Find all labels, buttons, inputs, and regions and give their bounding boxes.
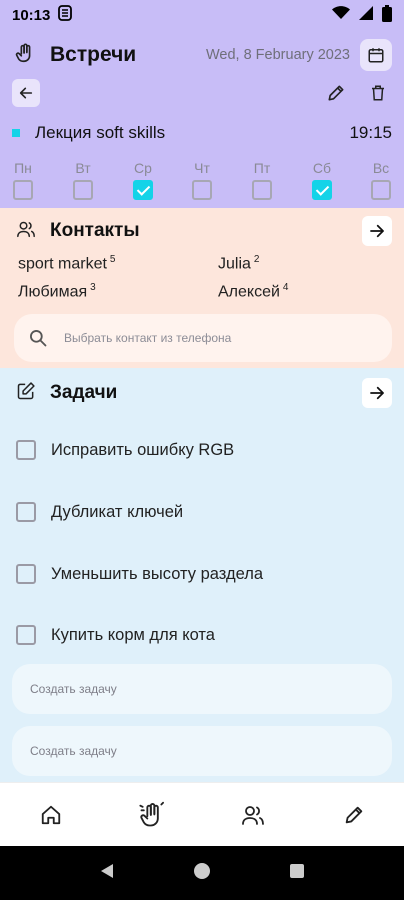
tasks-title: Задачи xyxy=(50,382,118,403)
edit-icon xyxy=(345,806,362,823)
home-icon xyxy=(41,805,60,824)
event-name: Лекция soft skills xyxy=(35,123,166,142)
day-checkbox[interactable] xyxy=(371,180,391,200)
weekday-selector: Пн Вт Ср Чт Пт Сб Вс xyxy=(0,160,404,204)
page-title: Встречи xyxy=(50,43,137,66)
tasks-edit-icon xyxy=(16,381,36,406)
day-monday: Пн xyxy=(10,160,36,200)
wifi-icon xyxy=(332,6,350,24)
tasks-section: Задачи Исправить ошибку RGB Дубликат клю… xyxy=(0,368,404,782)
trash-icon xyxy=(372,85,384,101)
day-label: Вт xyxy=(75,160,91,176)
day-label: Чт xyxy=(194,160,210,176)
contact-search-placeholder: Выбрать контакт из телефона xyxy=(64,331,232,345)
header-date: Wed, 8 February 2023 xyxy=(205,47,350,63)
meetings-header: Встречи Wed, 8 February 2023 Лекция soft… xyxy=(0,30,404,208)
day-label: Сб xyxy=(312,160,332,176)
day-label: Пт xyxy=(253,160,271,176)
status-time: 10:13 xyxy=(12,6,51,24)
contact-item[interactable]: Julia 2 xyxy=(218,254,259,273)
day-checkbox[interactable] xyxy=(73,180,93,200)
contact-count: 3 xyxy=(90,282,96,293)
day-wednesday: Ср xyxy=(130,160,156,200)
day-label: Ср xyxy=(134,160,152,176)
app-notification-icon xyxy=(58,5,73,25)
task-label: Исправить ошибку RGB xyxy=(51,440,235,459)
task-checkbox[interactable] xyxy=(16,502,36,522)
contact-name: Алексей xyxy=(218,283,280,301)
battery-icon xyxy=(382,4,392,26)
contact-item[interactable]: Алексей 4 xyxy=(218,282,288,301)
open-contacts-button[interactable] xyxy=(362,216,392,246)
contact-count: 4 xyxy=(282,282,289,293)
nav-edit[interactable] xyxy=(334,795,374,835)
delete-meeting-button[interactable] xyxy=(364,79,392,107)
contact-count: 2 xyxy=(253,254,260,265)
recents-square-icon[interactable] xyxy=(289,863,305,884)
contacts-section: Контакты sport market 5 Julia 2 Любимая 3 А… xyxy=(0,208,404,368)
search-icon xyxy=(30,330,47,347)
task-checkbox[interactable] xyxy=(16,564,36,584)
open-tasks-button[interactable] xyxy=(362,378,392,408)
meetings-icon xyxy=(138,801,164,826)
nav-contacts[interactable] xyxy=(233,795,273,835)
create-task-input[interactable]: Создать задачу xyxy=(12,664,392,714)
home-circle-icon[interactable] xyxy=(193,862,211,885)
nav-home[interactable] xyxy=(31,795,71,835)
day-saturday: Сб xyxy=(309,160,335,200)
status-bar: 10:13 xyxy=(0,0,404,30)
create-task-input[interactable]: Создать задачу xyxy=(12,726,392,776)
day-friday: Пт xyxy=(249,160,275,200)
nav-meetings[interactable] xyxy=(132,795,172,835)
day-checkbox[interactable] xyxy=(192,180,212,200)
day-checkbox[interactable] xyxy=(252,180,272,200)
pencil-icon xyxy=(328,85,344,101)
day-tuesday: Вт xyxy=(70,160,96,200)
bottom-navigation xyxy=(0,782,404,846)
contact-name: Любимая xyxy=(18,283,88,301)
task-label: Уменьшить высоту раздела xyxy=(51,564,264,583)
task-item[interactable]: Дубликат ключей xyxy=(16,499,183,525)
task-item[interactable]: Купить корм для кота xyxy=(16,622,215,648)
day-label: Вс xyxy=(372,160,390,176)
task-item[interactable]: Уменьшить высоту раздела xyxy=(16,561,263,587)
contact-item[interactable]: Любимая 3 xyxy=(18,282,96,301)
back-button[interactable] xyxy=(12,79,40,107)
event-time: 19:15 xyxy=(349,123,392,142)
signal-icon xyxy=(358,5,374,25)
contact-count: 5 xyxy=(109,254,116,265)
contacts-title: Контакты xyxy=(50,220,140,241)
contact-search-field[interactable]: Выбрать контакт из телефона xyxy=(14,314,392,362)
arrow-right-icon xyxy=(370,224,384,238)
back-triangle-icon[interactable] xyxy=(99,863,115,884)
task-checkbox[interactable] xyxy=(16,625,36,645)
task-item[interactable]: Исправить ошибку RGB xyxy=(16,437,234,463)
task-checkbox[interactable] xyxy=(16,440,36,460)
task-label: Купить корм для кота xyxy=(51,625,215,644)
contact-name: sport market xyxy=(18,255,107,273)
event-color-marker xyxy=(12,129,20,137)
task-label: Дубликат ключей xyxy=(51,502,184,521)
day-checkbox[interactable] xyxy=(312,180,332,200)
contacts-icon xyxy=(16,220,36,243)
system-navigation-bar xyxy=(0,846,404,900)
contact-name: Julia xyxy=(218,255,251,273)
create-task-placeholder: Создать задачу xyxy=(30,682,117,696)
arrow-left-icon xyxy=(19,87,33,99)
day-checkbox[interactable] xyxy=(13,180,33,200)
contacts-icon xyxy=(241,805,264,825)
waving-hand-icon xyxy=(14,42,36,69)
day-checkbox[interactable] xyxy=(133,180,153,200)
day-thursday: Чт xyxy=(189,160,215,200)
event-row[interactable]: Лекция soft skills 19:15 xyxy=(12,122,392,144)
calendar-icon xyxy=(368,48,384,63)
create-task-placeholder: Создать задачу xyxy=(30,744,117,758)
contact-item[interactable]: sport market 5 xyxy=(18,254,115,273)
calendar-button[interactable] xyxy=(360,39,392,71)
day-sunday: Вс xyxy=(368,160,394,200)
arrow-right-icon xyxy=(370,386,384,400)
day-label: Пн xyxy=(14,160,32,176)
edit-meeting-button[interactable] xyxy=(322,79,350,107)
